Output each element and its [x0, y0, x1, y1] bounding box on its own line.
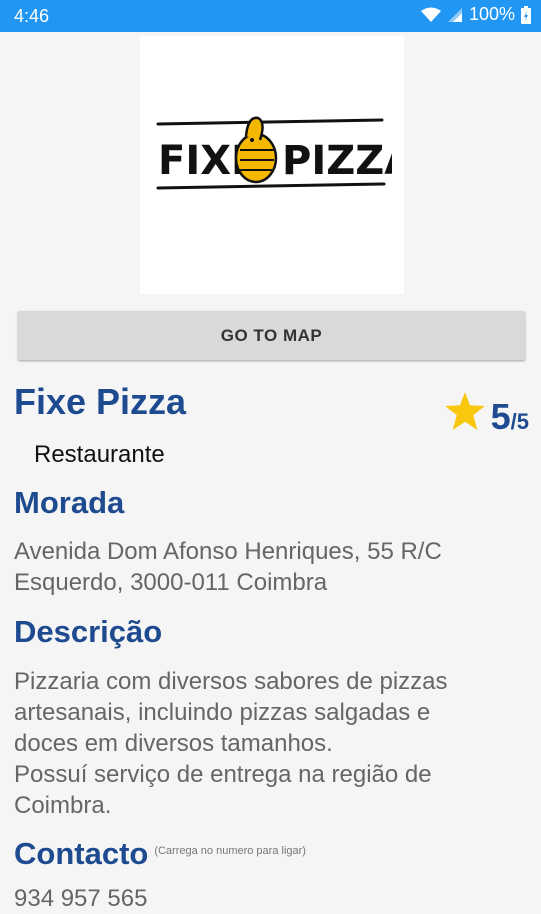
contact-title-label: Contacto [14, 836, 149, 871]
fixe-pizza-logo: FIXE PIZZA [156, 116, 392, 190]
status-icons: 100% [420, 4, 531, 25]
rating-max: /5 [510, 409, 529, 434]
restaurant-name: Fixe Pizza [14, 381, 187, 422]
status-bar: 4:46 100% [0, 0, 541, 32]
thumbs-up-pizza-icon [234, 116, 278, 184]
description-line-3: doces em diversos tamanhos. [14, 730, 333, 757]
description-line-1: Pizzaria com diversos sabores de pizzas [14, 668, 448, 695]
address-title: Morada [14, 485, 125, 520]
wifi-icon [420, 7, 441, 23]
rating: 5 /5 [444, 392, 529, 437]
contact-phone-link[interactable]: 934 957 565 [14, 883, 529, 914]
description-line-4: Possuí serviço de entrega na região de [14, 761, 432, 788]
contact-hint: (Carrega no numero para ligar) [154, 845, 306, 857]
address-line-1: Avenida Dom Afonso Henriques, 55 R/C [14, 538, 442, 565]
description-title: Descrição [14, 614, 163, 649]
logo-text-right: PIZZA [282, 138, 392, 184]
contact-title: Contacto (Carrega no numero para ligar) [14, 836, 306, 872]
star-icon [444, 392, 485, 435]
restaurant-logo: FIXE PIZZA [140, 36, 404, 294]
address-line-2: Esquerdo, 3000-011 Coimbra [14, 569, 328, 596]
description-line-5: Coimbra. [14, 792, 112, 819]
battery-icon [521, 5, 531, 24]
description-text: Pizzaria com diversos sabores de pizzas … [14, 666, 529, 821]
battery-label: 100% [468, 4, 515, 24]
description-line-2: artesanais, incluindo pizzas salgadas e [14, 699, 431, 726]
restaurant-category: Restaurante [34, 441, 165, 468]
signal-icon [447, 7, 463, 23]
address-text: Avenida Dom Afonso Henriques, 55 R/C Esq… [14, 536, 529, 598]
status-time: 4:46 [14, 6, 50, 26]
rating-value: 5 [490, 396, 511, 437]
go-to-map-button[interactable]: GO TO MAP [18, 311, 525, 360]
